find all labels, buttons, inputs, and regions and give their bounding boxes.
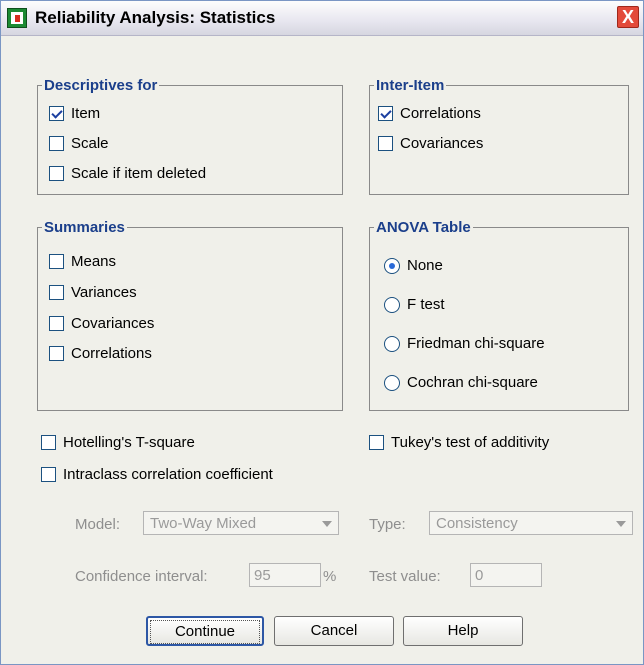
continue-button-label: Continue (150, 620, 260, 644)
dropdown-arrow-icon (616, 521, 626, 527)
checkbox-summary-correlations-label: Correlations (71, 345, 152, 362)
checkbox-scale[interactable]: Scale (49, 135, 109, 152)
model-select[interactable]: Two-Way Mixed (143, 511, 339, 535)
radio-f-test[interactable]: F test (384, 296, 445, 313)
checkbox-scale-if-item-deleted-label: Scale if item deleted (71, 165, 207, 182)
checkbox-means[interactable]: Means (49, 253, 116, 270)
checkbox-tukey-label: Tukey's test of additivity (391, 434, 550, 451)
radio-none[interactable]: None (384, 257, 443, 274)
test-value-label: Test value: (369, 568, 441, 585)
checkbox-summary-correlations[interactable]: Correlations (49, 345, 152, 362)
radio-circle (384, 296, 400, 313)
checkbox-covariances[interactable]: Covariances (378, 135, 483, 152)
dropdown-arrow-icon (322, 521, 332, 527)
checkbox-item-label: Item (71, 105, 101, 122)
confidence-interval-input[interactable]: 95 (249, 563, 321, 587)
continue-button[interactable]: Continue (146, 616, 264, 646)
checkbox-correlations[interactable]: Correlations (378, 105, 481, 122)
dialog-window: Reliability Analysis: Statistics X Descr… (0, 0, 644, 665)
checkbox-intraclass-label: Intraclass correlation coefficient (63, 466, 273, 483)
cancel-button[interactable]: Cancel (274, 616, 394, 646)
checkbox-box (49, 166, 64, 181)
anova-legend: ANOVA Table (376, 219, 471, 236)
checkbox-box (49, 254, 64, 269)
checkbox-correlations-label: Correlations (400, 105, 481, 122)
checkbox-hotelling-label: Hotelling's T-square (63, 434, 195, 451)
title-bar[interactable]: Reliability Analysis: Statistics X (1, 1, 643, 36)
checkbox-covariances-label: Covariances (400, 135, 484, 152)
type-select[interactable]: Consistency (429, 511, 633, 535)
checkbox-hotelling[interactable]: Hotelling's T-square (41, 434, 195, 451)
checkbox-box (49, 346, 64, 361)
checkbox-tukey[interactable]: Tukey's test of additivity (369, 434, 549, 451)
help-button[interactable]: Help (403, 616, 523, 646)
checkbox-intraclass[interactable]: Intraclass correlation coefficient (41, 466, 273, 483)
summaries-legend: Summaries (44, 219, 125, 236)
confidence-interval-label: Confidence interval: (75, 568, 208, 585)
checkbox-box (369, 435, 384, 450)
checkbox-summary-covariances-label: Covariances (71, 315, 155, 332)
checkbox-box (378, 136, 393, 151)
checkbox-scale-if-item-deleted[interactable]: Scale if item deleted (49, 165, 206, 182)
radio-circle (384, 374, 400, 391)
window-title: Reliability Analysis: Statistics (35, 8, 276, 27)
radio-f-test-label: F test (407, 296, 445, 313)
type-select-value: Consistency (436, 515, 518, 532)
checkbox-box (41, 467, 56, 482)
spss-app-icon (7, 8, 27, 28)
radio-dot-icon (384, 257, 400, 274)
checkbox-scale-label: Scale (71, 135, 109, 152)
model-select-value: Two-Way Mixed (150, 515, 257, 532)
checkbox-box (49, 136, 64, 151)
checkbox-variances-label: Variances (71, 284, 137, 301)
check-icon (49, 106, 64, 121)
radio-friedman[interactable]: Friedman chi-square (384, 335, 545, 352)
checkbox-item[interactable]: Item (49, 105, 100, 122)
percent-label: % (323, 568, 337, 585)
radio-friedman-label: Friedman chi-square (407, 335, 545, 352)
check-icon (378, 106, 393, 121)
checkbox-box (49, 285, 64, 300)
checkbox-box (41, 435, 56, 450)
checkbox-variances[interactable]: Variances (49, 284, 137, 301)
checkbox-box (49, 316, 64, 331)
descriptives-legend: Descriptives for (44, 77, 158, 94)
radio-circle (384, 335, 400, 352)
test-value-input[interactable]: 0 (470, 563, 542, 587)
close-icon[interactable]: X (617, 6, 639, 28)
inter-item-legend: Inter-Item (376, 77, 445, 94)
radio-none-label: None (407, 257, 443, 274)
checkbox-summary-covariances[interactable]: Covariances (49, 315, 154, 332)
type-label: Type: (369, 516, 406, 533)
checkbox-means-label: Means (71, 253, 117, 270)
radio-cochran[interactable]: Cochran chi-square (384, 374, 538, 391)
model-label: Model: (75, 516, 121, 533)
radio-cochran-label: Cochran chi-square (407, 374, 538, 391)
